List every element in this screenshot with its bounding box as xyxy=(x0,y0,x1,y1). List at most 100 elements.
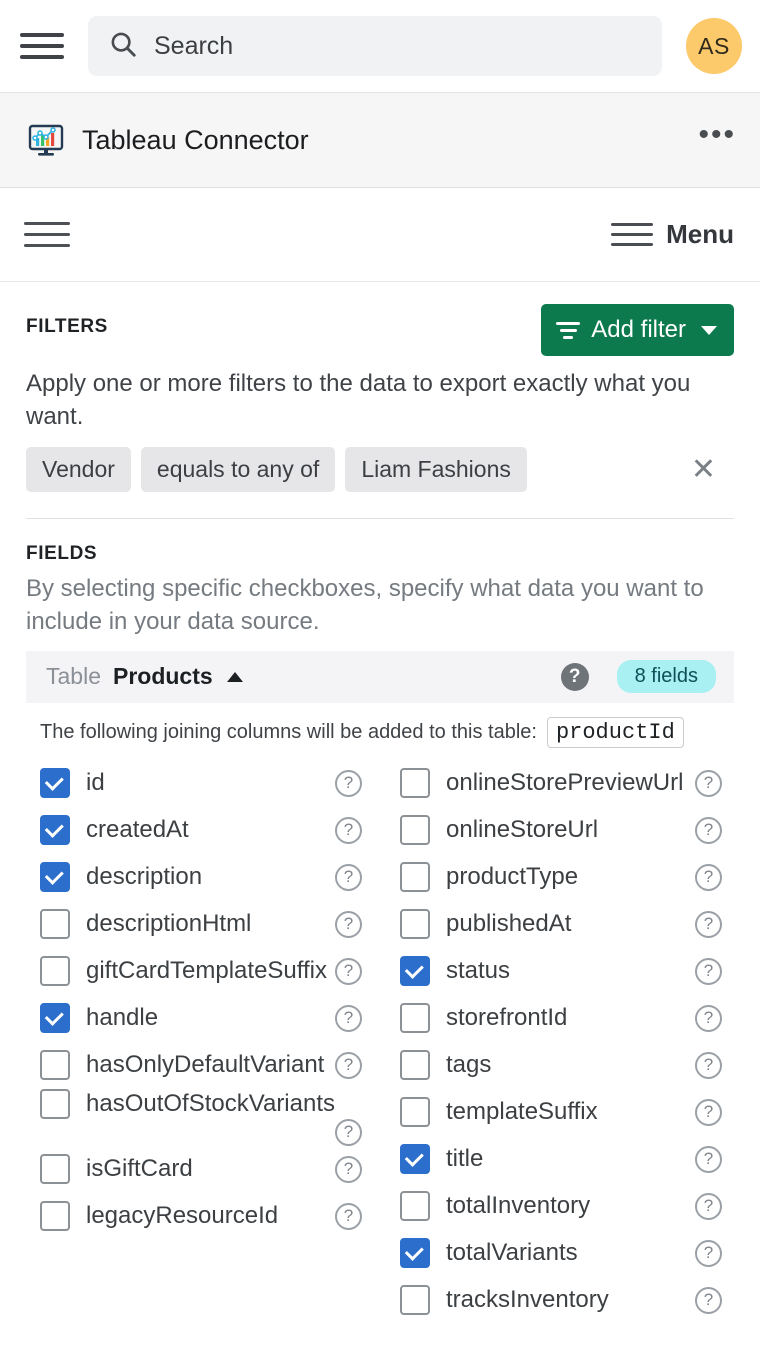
field-checkbox[interactable] xyxy=(400,815,430,845)
field-checkbox[interactable] xyxy=(400,909,430,939)
search-input[interactable]: Search xyxy=(88,16,662,76)
field-checkbox[interactable] xyxy=(40,1201,70,1231)
divider xyxy=(26,518,734,520)
field-row[interactable]: isGiftCard? xyxy=(26,1146,380,1193)
field-label: onlineStoreUrl xyxy=(446,816,599,843)
field-checkbox[interactable] xyxy=(400,1097,430,1127)
help-icon[interactable]: ? xyxy=(335,1051,362,1079)
field-row[interactable]: id? xyxy=(26,760,380,807)
field-checkbox[interactable] xyxy=(40,909,70,939)
hamburger-icon[interactable] xyxy=(24,215,70,255)
hamburger-line xyxy=(20,33,64,37)
help-icon[interactable]: ? xyxy=(335,1155,362,1183)
field-checkbox[interactable] xyxy=(40,815,70,845)
field-row[interactable]: giftCardTemplateSuffix? xyxy=(26,948,380,995)
help-icon[interactable]: ? xyxy=(335,816,362,844)
remove-filter-button[interactable]: ✕ xyxy=(691,454,716,485)
hamburger-line xyxy=(20,44,64,48)
field-row[interactable]: hasOnlyDefaultVariant? xyxy=(26,1042,380,1089)
table-name: Products xyxy=(112,663,213,689)
field-checkbox[interactable] xyxy=(400,1191,430,1221)
fields-column-right: onlineStorePreviewUrl? onlineStoreUrl? pro… xyxy=(386,760,740,1324)
help-icon[interactable]: ? xyxy=(335,1202,362,1230)
field-checkbox[interactable] xyxy=(400,956,430,986)
field-label: totalInventory xyxy=(446,1192,591,1219)
avatar[interactable]: AS xyxy=(686,18,742,74)
field-row[interactable]: handle? xyxy=(26,995,380,1042)
field-checkbox[interactable] xyxy=(400,1003,430,1033)
field-checkbox[interactable] xyxy=(400,768,430,798)
field-row[interactable]: legacyResourceId? xyxy=(26,1193,380,1240)
hamburger-line xyxy=(24,222,70,225)
field-row[interactable]: descriptionHtml? xyxy=(26,901,380,948)
field-checkbox[interactable] xyxy=(400,1050,430,1080)
help-icon[interactable]: ? xyxy=(335,863,362,891)
field-row[interactable]: storefrontId? xyxy=(386,995,740,1042)
field-label: id xyxy=(86,769,105,796)
help-icon[interactable]: ? xyxy=(695,910,722,938)
filter-value-chip[interactable]: Liam Fashions xyxy=(345,447,527,493)
field-checkbox[interactable] xyxy=(400,1285,430,1315)
field-row[interactable]: totalVariants? xyxy=(386,1230,740,1277)
field-checkbox[interactable] xyxy=(40,1050,70,1080)
help-icon[interactable]: ? xyxy=(695,957,722,985)
field-checkbox[interactable] xyxy=(40,956,70,986)
filter-operator-chip[interactable]: equals to any of xyxy=(140,447,336,493)
help-icon[interactable]: ? xyxy=(695,1051,722,1079)
field-checkbox[interactable] xyxy=(40,768,70,798)
help-icon[interactable]: ? xyxy=(335,957,362,985)
help-icon[interactable]: ? xyxy=(335,769,362,797)
filters-description: Apply one or more filters to the data to… xyxy=(26,370,691,430)
add-filter-button[interactable]: Add filter xyxy=(541,304,734,356)
filter-line xyxy=(563,335,574,339)
help-icon[interactable]: ? xyxy=(335,910,362,938)
search-placeholder: Search xyxy=(154,31,234,60)
field-label: tracksInventory xyxy=(446,1286,609,1313)
help-icon[interactable]: ? xyxy=(695,1239,722,1267)
help-icon[interactable]: ? xyxy=(695,1004,722,1032)
field-checkbox[interactable] xyxy=(400,862,430,892)
help-icon[interactable]: ? xyxy=(695,769,722,797)
help-icon[interactable]: ? xyxy=(560,662,589,691)
filter-field-chip[interactable]: Vendor xyxy=(26,447,131,493)
chevron-up-icon[interactable] xyxy=(226,671,243,682)
hamburger-line xyxy=(24,233,70,236)
field-row[interactable]: tags? xyxy=(386,1042,740,1089)
field-checkbox[interactable] xyxy=(400,1144,430,1174)
field-row[interactable]: onlineStoreUrl? xyxy=(386,807,740,854)
field-row[interactable]: status? xyxy=(386,948,740,995)
overflow-menu-icon[interactable]: ••• xyxy=(698,120,736,160)
help-icon[interactable]: ? xyxy=(695,816,722,844)
field-label: publishedAt xyxy=(446,910,572,937)
help-icon[interactable]: ? xyxy=(695,1098,722,1126)
help-icon[interactable]: ? xyxy=(695,1145,722,1173)
field-checkbox[interactable] xyxy=(40,1088,70,1119)
help-icon[interactable]: ? xyxy=(695,863,722,891)
hamburger-icon[interactable] xyxy=(20,23,66,69)
table-header-row[interactable]: Table Products ? 8 fields xyxy=(26,650,734,703)
field-checkbox[interactable] xyxy=(40,1154,70,1184)
field-row[interactable]: publishedAt? xyxy=(386,901,740,948)
help-icon[interactable]: ? xyxy=(335,1118,362,1146)
field-row[interactable]: productType? xyxy=(386,854,740,901)
field-checkbox[interactable] xyxy=(40,1003,70,1033)
help-icon[interactable]: ? xyxy=(695,1286,722,1314)
fields-description: By selecting specific checkboxes, specif… xyxy=(26,575,704,635)
chevron-down-icon xyxy=(701,325,717,335)
field-row[interactable]: createdAt? xyxy=(26,807,380,854)
field-row[interactable]: templateSuffix? xyxy=(386,1089,740,1136)
field-checkbox[interactable] xyxy=(40,862,70,892)
help-icon[interactable]: ? xyxy=(695,1192,722,1220)
help-icon[interactable]: ? xyxy=(335,1004,362,1032)
field-row[interactable]: onlineStorePreviewUrl? xyxy=(386,760,740,807)
field-row[interactable]: title? xyxy=(386,1136,740,1183)
menu-button[interactable]: Menu xyxy=(611,219,734,250)
field-row[interactable]: description? xyxy=(26,854,380,901)
filter-line xyxy=(556,321,581,325)
field-checkbox[interactable] xyxy=(400,1238,430,1268)
field-row[interactable]: tracksInventory? xyxy=(386,1277,740,1324)
field-row[interactable]: totalInventory? xyxy=(386,1183,740,1230)
fields-grid: id? createdAt? description? descriptionHtml… xyxy=(26,760,734,1324)
field-label: productType xyxy=(446,863,579,890)
field-row[interactable]: hasOutOfStockVariants? xyxy=(26,1088,380,1146)
